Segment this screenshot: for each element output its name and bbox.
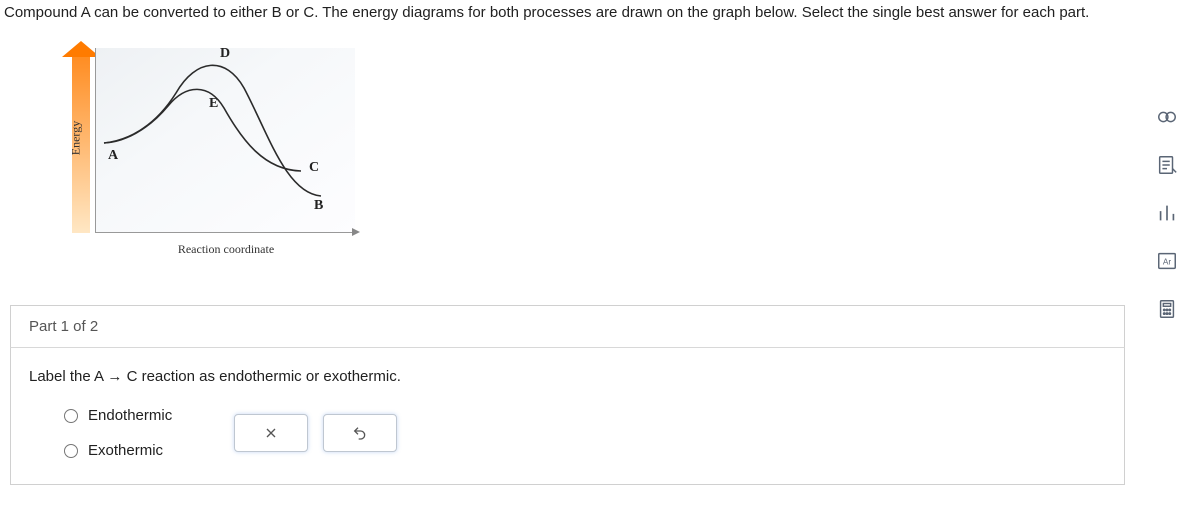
arrow-right-icon: →: [107, 368, 122, 385]
question-prompt: Compound A can be converted to either B …: [0, 0, 1130, 33]
x-axis-arrowhead-icon: [352, 228, 360, 236]
stats-icon[interactable]: [1154, 200, 1180, 226]
part-body: Label the A → C reaction as endothermic …: [10, 348, 1125, 485]
diagram-label-e: E: [209, 96, 218, 112]
radio-exothermic[interactable]: [64, 444, 78, 458]
lookup-icon[interactable]: [1154, 104, 1180, 130]
diagram-label-b: B: [314, 198, 323, 214]
undo-icon: [352, 425, 368, 441]
diagram-label-d: D: [220, 46, 230, 62]
clear-button[interactable]: [234, 414, 308, 452]
notes-icon[interactable]: [1154, 152, 1180, 178]
tool-sidebar: Ar: [1142, 104, 1192, 322]
question-prefix: Label the A: [29, 368, 103, 385]
calculator-icon[interactable]: [1154, 296, 1180, 322]
question-text: Label the A → C reaction as endothermic …: [29, 368, 1106, 385]
y-axis-label: Energy: [69, 121, 84, 155]
radio-endothermic[interactable]: [64, 409, 78, 423]
x-axis-label: Reaction coordinate: [178, 242, 274, 257]
periodic-table-icon[interactable]: Ar: [1154, 248, 1180, 274]
energy-diagram: Energy A D E C B Reaction coordinate: [40, 43, 380, 273]
part-header: Part 1 of 2: [10, 305, 1125, 348]
diagram-label-a: A: [108, 148, 118, 164]
diagram-label-c: C: [309, 160, 319, 176]
reset-button[interactable]: [323, 414, 397, 452]
label-endothermic[interactable]: Endothermic: [88, 407, 172, 424]
label-exothermic[interactable]: Exothermic: [88, 442, 163, 459]
x-icon: [263, 425, 279, 441]
question-suffix: C reaction as endothermic or exothermic.: [127, 368, 401, 385]
svg-text:Ar: Ar: [1163, 258, 1172, 267]
plot-area: A D E C B Reaction coordinate: [95, 48, 355, 233]
